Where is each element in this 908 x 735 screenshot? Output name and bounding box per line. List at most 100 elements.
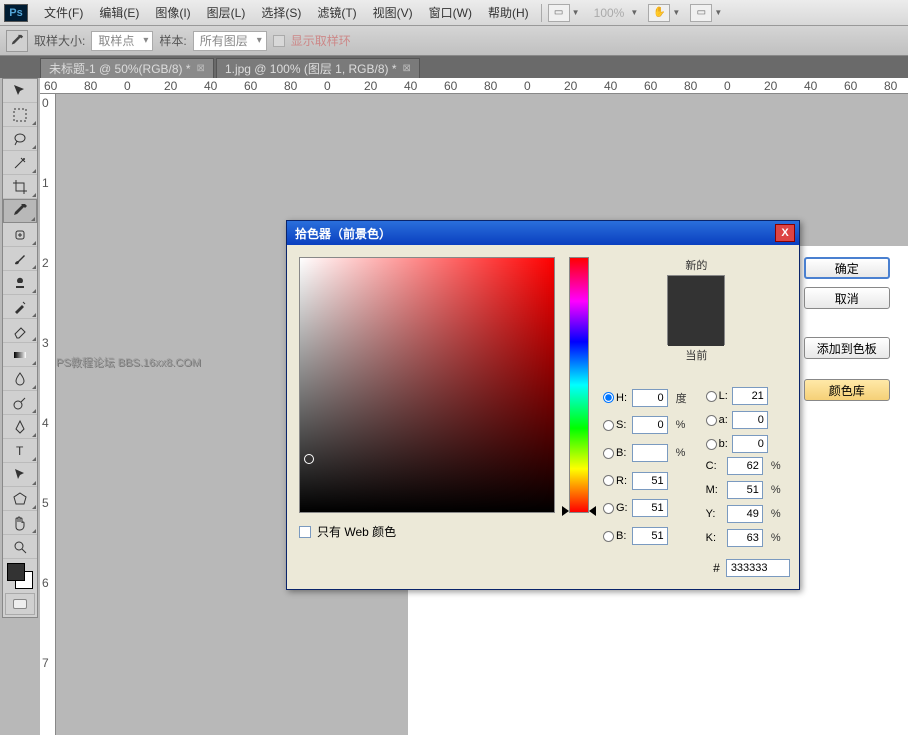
eyedropper-tool[interactable] xyxy=(3,199,37,223)
dropdown-icon[interactable]: ▼ xyxy=(714,8,724,17)
menu-filter[interactable]: 滤镜(T) xyxy=(309,1,364,24)
menu-help[interactable]: 帮助(H) xyxy=(480,1,537,24)
ruler-tick: 0 xyxy=(724,79,731,93)
new-color-swatch xyxy=(668,276,724,311)
document-tab[interactable]: 未标题-1 @ 50%(RGB/8) *⊠ xyxy=(40,58,214,78)
close-button[interactable]: X xyxy=(775,224,795,242)
hue-pointer-icon xyxy=(562,506,569,516)
show-ring-checkbox[interactable] xyxy=(273,35,285,47)
ruler-tick: 40 xyxy=(604,79,617,93)
l-radio[interactable]: L: xyxy=(706,390,728,402)
sv-cursor-icon xyxy=(304,454,314,464)
quickmask-toggle[interactable] xyxy=(5,593,35,615)
menu-layer[interactable]: 图层(L) xyxy=(199,1,254,24)
b-rgb-input[interactable] xyxy=(632,527,668,545)
b-radio[interactable]: B: xyxy=(603,447,628,459)
hand-icon[interactable]: ✋ xyxy=(648,4,670,22)
dialog-title: 拾色器（前景色） xyxy=(295,225,391,242)
unit-percent: % xyxy=(771,484,785,496)
g-radio[interactable]: G: xyxy=(603,502,628,514)
b-hsb-input[interactable] xyxy=(632,444,668,462)
history-brush-tool[interactable] xyxy=(3,295,37,319)
m-input[interactable] xyxy=(727,481,763,499)
color-swatches[interactable] xyxy=(5,563,35,589)
menu-file[interactable]: 文件(F) xyxy=(36,1,91,24)
lasso-tool[interactable] xyxy=(3,127,37,151)
ruler-tick: 2 xyxy=(42,256,49,270)
eyedropper-icon xyxy=(6,30,28,52)
web-only-checkbox[interactable] xyxy=(299,526,311,538)
path-select-tool[interactable] xyxy=(3,463,37,487)
current-color-label: 当前 xyxy=(685,347,707,363)
c-input[interactable] xyxy=(727,457,763,475)
document-tab[interactable]: 1.jpg @ 100% (图层 1, RGB/8) *⊠ xyxy=(216,58,420,78)
pen-tool[interactable] xyxy=(3,415,37,439)
hue-slider[interactable] xyxy=(569,257,589,513)
ruler-horizontal[interactable]: 60 80 0 20 40 60 80 0 20 40 60 80 0 20 4… xyxy=(40,78,908,94)
foreground-swatch[interactable] xyxy=(7,563,25,581)
ruler-tick: 6 xyxy=(42,576,49,590)
a-input[interactable] xyxy=(732,411,768,429)
menu-edit[interactable]: 编辑(E) xyxy=(91,1,147,24)
ruler-tick: 40 xyxy=(404,79,417,93)
cancel-button[interactable]: 取消 xyxy=(804,287,890,309)
r-input[interactable] xyxy=(632,472,668,490)
blur-tool[interactable] xyxy=(3,367,37,391)
healing-tool[interactable] xyxy=(3,223,37,247)
h-radio[interactable]: H: xyxy=(603,392,628,404)
sample-layers-select[interactable]: 所有图层 xyxy=(193,31,267,51)
r-radio[interactable]: R: xyxy=(603,475,628,487)
marquee-tool[interactable] xyxy=(3,103,37,127)
menu-select[interactable]: 选择(S) xyxy=(253,1,309,24)
b-lab-input[interactable] xyxy=(732,435,768,453)
ok-button[interactable]: 确定 xyxy=(804,257,890,279)
show-ring-label: 显示取样环 xyxy=(291,32,351,49)
dialog-titlebar[interactable]: 拾色器（前景色） X xyxy=(287,221,799,245)
dropdown-icon[interactable]: ▼ xyxy=(630,8,640,17)
gradient-tool[interactable] xyxy=(3,343,37,367)
hex-input[interactable] xyxy=(726,559,790,577)
ruler-tick: 60 xyxy=(44,79,57,93)
type-tool[interactable]: T xyxy=(3,439,37,463)
ruler-vertical[interactable]: 0 1 2 3 4 5 6 7 xyxy=(40,94,56,735)
dodge-tool[interactable] xyxy=(3,391,37,415)
eraser-tool[interactable] xyxy=(3,319,37,343)
color-libraries-button[interactable]: 颜色库 xyxy=(804,379,890,401)
shape-tool[interactable] xyxy=(3,487,37,511)
add-swatch-button[interactable]: 添加到色板 xyxy=(804,337,890,359)
a-radio[interactable]: a: xyxy=(706,414,728,426)
move-tool[interactable] xyxy=(3,79,37,103)
b-rgb-radio[interactable]: B: xyxy=(603,530,628,542)
l-input[interactable] xyxy=(732,387,768,405)
brush-tool[interactable] xyxy=(3,247,37,271)
g-input[interactable] xyxy=(632,499,668,517)
s-input[interactable] xyxy=(632,416,668,434)
stamp-tool[interactable] xyxy=(3,271,37,295)
menu-view[interactable]: 视图(V) xyxy=(365,1,421,24)
crop-tool[interactable] xyxy=(3,175,37,199)
wand-tool[interactable] xyxy=(3,151,37,175)
options-bar: 取样大小: 取样点 样本: 所有图层 显示取样环 xyxy=(0,26,908,56)
h-input[interactable] xyxy=(632,389,668,407)
dropdown-icon[interactable]: ▼ xyxy=(672,8,682,17)
launch-bridge-icon[interactable]: ▭ xyxy=(548,4,570,22)
color-picker-dialog: 拾色器（前景色） X 只有 Web 颜色 新的 当前 H:度 S:% B:% R… xyxy=(286,220,800,590)
close-icon[interactable]: ⊠ xyxy=(197,63,205,74)
dropdown-icon[interactable]: ▼ xyxy=(572,8,582,17)
ruler-tick: 5 xyxy=(42,496,49,510)
s-radio[interactable]: S: xyxy=(603,419,628,431)
hand-tool[interactable] xyxy=(3,511,37,535)
document-tabs: 未标题-1 @ 50%(RGB/8) *⊠ 1.jpg @ 100% (图层 1… xyxy=(0,56,908,78)
ruler-tick: 60 xyxy=(244,79,257,93)
k-input[interactable] xyxy=(727,529,763,547)
sample-size-select[interactable]: 取样点 xyxy=(91,31,153,51)
b-lab-radio[interactable]: b: xyxy=(706,438,728,450)
hue-pointer-icon xyxy=(589,506,596,516)
menu-image[interactable]: 图像(I) xyxy=(147,1,198,24)
zoom-tool[interactable] xyxy=(3,535,37,559)
y-input[interactable] xyxy=(727,505,763,523)
screen-mode-icon[interactable]: ▭ xyxy=(690,4,712,22)
menu-window[interactable]: 窗口(W) xyxy=(421,1,480,24)
close-icon[interactable]: ⊠ xyxy=(403,63,411,74)
saturation-value-field[interactable] xyxy=(299,257,555,513)
